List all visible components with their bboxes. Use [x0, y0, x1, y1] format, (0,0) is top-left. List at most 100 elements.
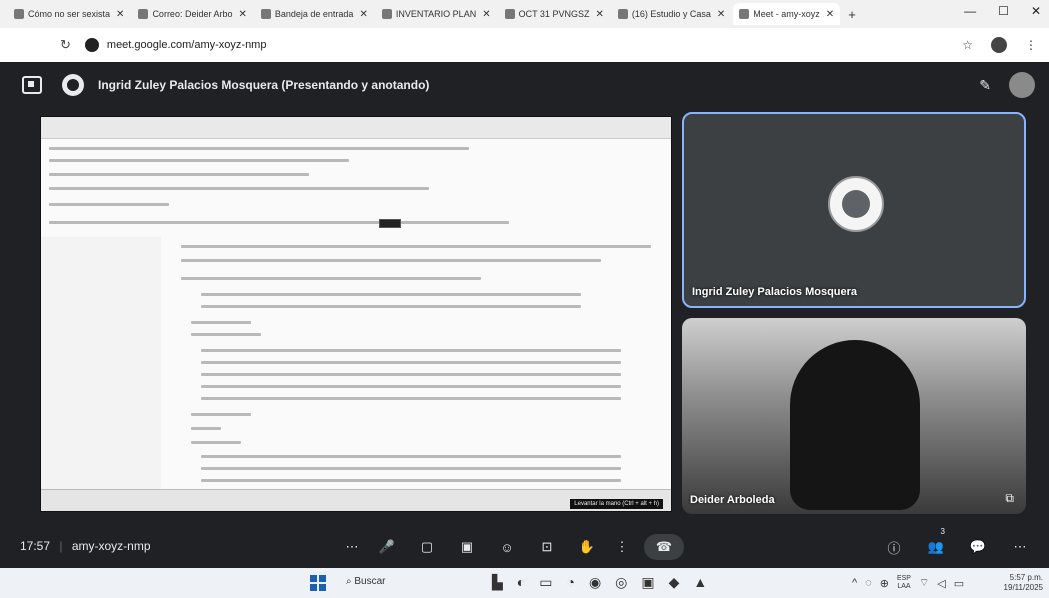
shared-text-line — [49, 187, 429, 190]
emoji-button[interactable]: ☺ — [494, 534, 520, 560]
battery-icon[interactable]: ▭ — [954, 577, 964, 590]
language-indicator[interactable]: ESP LAA — [897, 575, 911, 591]
shared-text-line — [181, 245, 651, 248]
raise-hand-button[interactable]: ✋ — [574, 534, 600, 560]
browser-menu-icon[interactable]: ⋮ — [1025, 38, 1037, 52]
tab-close-icon[interactable]: ✕ — [482, 9, 490, 20]
taskbar-search[interactable]: ⌕ Buscar — [346, 576, 386, 587]
captions-button[interactable]: ▣ — [454, 534, 480, 560]
close-window-button[interactable]: ✕ — [1031, 4, 1041, 18]
tab-favicon-icon — [14, 9, 24, 19]
minimize-button[interactable]: — — [964, 4, 976, 18]
presenter-avatar — [62, 74, 84, 96]
tab-favicon-icon — [739, 9, 750, 19]
options-menu-icon[interactable]: ⋮ — [614, 534, 630, 560]
participant-tile[interactable]: Ingrid Zuley Palacios Mosquera — [682, 112, 1026, 308]
meet-window: Ingrid Zuley Palacios Mosquera (Presenta… — [0, 62, 1049, 568]
meeting-info-icon[interactable]: ⓘ — [881, 534, 907, 560]
maximize-button[interactable]: ☐ — [998, 4, 1009, 18]
shared-text-line — [181, 259, 601, 262]
tab-label: INVENTARIO PLAN — [395, 9, 477, 19]
tab-favicon-icon — [260, 9, 271, 19]
meet-header: Ingrid Zuley Palacios Mosquera (Presenta… — [0, 62, 1049, 108]
taskbar-app-icon[interactable]: ▣ — [641, 574, 654, 591]
self-avatar[interactable] — [1009, 72, 1035, 98]
tab-label: (16) Estudio y Casa — [631, 9, 711, 19]
annotate-pen-icon[interactable]: ✎ — [979, 77, 991, 94]
shared-text-line — [191, 321, 251, 324]
new-tab-button[interactable]: + — [848, 7, 856, 22]
participant-name: Deider Arboleda — [690, 494, 775, 506]
taskbar-clock[interactable]: 5:57 p.m. 19/11/2025 — [1004, 573, 1043, 593]
shared-text-line — [191, 333, 261, 336]
tray-chevron-icon[interactable]: ^ — [852, 577, 857, 589]
site-info-icon[interactable] — [84, 38, 99, 52]
browser-tab[interactable]: Bandeja de entrada ✕ — [255, 3, 374, 25]
shared-text-line — [201, 455, 621, 458]
taskbar-app-icon[interactable]: ◎ — [615, 574, 627, 591]
taskbar-app-icon[interactable]: ◐ — [517, 574, 525, 591]
browser-tab[interactable]: (16) Estudio y Casa ✕ — [612, 3, 731, 25]
more-options-icon[interactable]: ⋯ — [344, 534, 360, 560]
browser-tab-active[interactable]: Meet - amy-xoyz ✕ — [733, 3, 841, 25]
participant-name: Ingrid Zuley Palacios Mosquera — [692, 286, 858, 298]
taskbar-app-icon[interactable]: ▲ — [693, 574, 707, 591]
tray-app-icon[interactable]: ◌ — [865, 577, 872, 589]
participant-video — [790, 340, 920, 510]
tab-close-icon[interactable]: ✕ — [717, 9, 725, 20]
shared-text-line — [201, 305, 581, 308]
browser-tab[interactable]: OCT 31 PVNGSZ ✕ — [499, 3, 610, 25]
shared-browser-bar — [41, 117, 671, 139]
tab-close-icon[interactable]: ✕ — [116, 9, 124, 20]
taskbar-app-icon[interactable]: ◔ — [566, 574, 574, 591]
bookmark-star-icon[interactable]: ☆ — [962, 38, 973, 52]
hang-up-button[interactable]: ☎ — [644, 534, 684, 560]
reload-icon[interactable]: ↻ — [60, 37, 71, 53]
url-field[interactable]: meet.google.com/amy-xoyz-nmp — [107, 39, 267, 51]
participant-tile[interactable]: Deider Arboleda ⧉ — [682, 318, 1026, 514]
camera-button[interactable]: ▢ — [414, 534, 440, 560]
people-icon[interactable]: 👥 3 — [923, 527, 949, 560]
tab-close-icon[interactable]: ✕ — [359, 9, 367, 20]
raise-hand-tooltip: Levantar la mano (Ctrl + alt + h) — [570, 499, 663, 509]
tab-favicon-icon — [381, 9, 392, 19]
meeting-code: amy-xoyz-nmp — [71, 539, 151, 553]
browser-tab[interactable]: Correo: Deider Arbo ✕ — [132, 3, 252, 25]
tab-close-icon[interactable]: ✕ — [826, 9, 834, 20]
tile-options-icon[interactable]: ⧉ — [1005, 491, 1014, 506]
browser-tab[interactable]: Cómo no ser sexista ✕ — [8, 3, 130, 25]
shared-text-line — [201, 467, 621, 470]
start-menu-icon[interactable] — [310, 575, 326, 591]
microphone-button[interactable]: 🎤 — [374, 534, 400, 560]
separator: | — [59, 539, 63, 553]
tab-favicon-icon — [617, 9, 628, 19]
shared-text-line — [201, 479, 621, 482]
browser-tab[interactable]: INVENTARIO PLAN ✕ — [376, 3, 497, 25]
tab-close-icon[interactable]: ✕ — [595, 9, 603, 20]
participant-avatar — [828, 176, 884, 232]
shared-text-line — [201, 349, 621, 352]
tray-pin-icon[interactable]: ⊕ — [880, 577, 889, 590]
shared-text-line — [49, 221, 509, 224]
tab-label: Cómo no ser sexista — [28, 9, 111, 19]
volume-icon[interactable]: ◁ — [937, 577, 945, 590]
browser-toolbar: ☆ ⋮ — [962, 37, 1037, 53]
system-tray: ^ ◌ ⊕ ESP LAA ⌔ ◁ ▭ — [852, 575, 964, 591]
activities-icon[interactable]: ⋯ — [1007, 534, 1033, 560]
people-glyph: 👥 — [927, 539, 945, 554]
profile-avatar[interactable] — [991, 37, 1007, 53]
present-button[interactable]: ⊡ — [534, 534, 560, 560]
taskbar-app-icon[interactable]: ▙ — [492, 574, 503, 591]
presentation-icon[interactable] — [22, 76, 42, 94]
tab-label: OCT 31 PVNGSZ — [518, 9, 590, 19]
chat-icon[interactable]: 💬 — [965, 534, 991, 560]
taskbar-app-icon[interactable]: ◆ — [669, 574, 680, 591]
shared-text-line — [191, 441, 241, 444]
taskbar-app-icon[interactable]: ◉ — [589, 574, 601, 591]
os-taskbar: ⌕ Buscar ▙ ◐ ▭ ◔ ◉ ◎ ▣ ◆ ▲ ^ ◌ ⊕ ESP LAA … — [0, 568, 1049, 598]
taskbar-app-icon[interactable]: ▭ — [539, 574, 552, 591]
call-controls: ⋯ 🎤 ▢ ▣ ☺ ⊡ ✋ ⋮ ☎ — [344, 534, 684, 560]
wifi-icon[interactable]: ⌔ — [919, 576, 929, 590]
shared-text-line — [181, 277, 481, 280]
tab-close-icon[interactable]: ✕ — [238, 9, 246, 20]
